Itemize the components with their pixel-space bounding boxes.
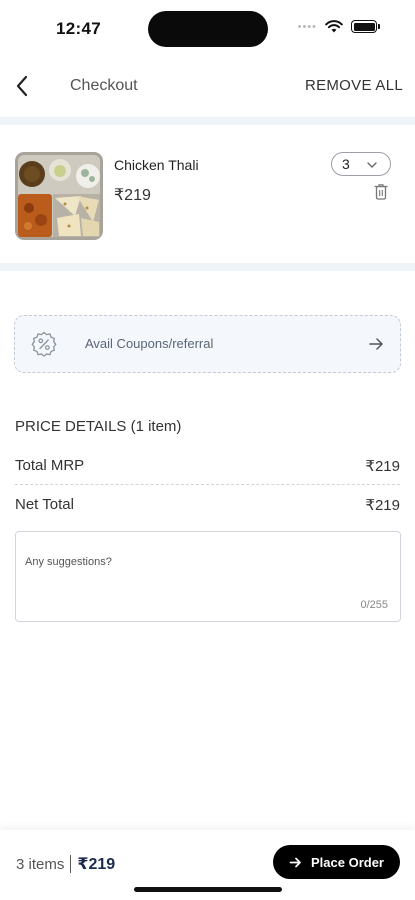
arrow-right-icon [289,857,301,867]
status-icons: •••• [297,20,380,33]
page-title: Checkout [70,77,138,94]
price-details-heading: PRICE DETAILS (1 item) [15,418,182,435]
battery-icon [351,20,380,33]
status-time: 12:47 [56,19,101,38]
arrow-right-icon [369,338,383,350]
section-divider [0,263,415,271]
coupon-label: Avail Coupons/referral [85,336,214,351]
item-name: Chicken Thali [114,157,199,173]
price-label: Net Total [15,496,74,513]
price-value: ₹219 [365,497,400,514]
chevron-left-icon [16,75,28,97]
checkout-header: Checkout REMOVE ALL [0,62,415,110]
price-row-total-mrp: Total MRP ₹219 [15,447,400,485]
wifi-icon [325,20,343,33]
price-row-net-total: Net Total ₹219 [15,486,400,524]
character-counter: 0/255 [360,599,388,611]
delete-item-button[interactable] [374,183,388,201]
cellular-dots-icon: •••• [297,20,317,33]
quantity-value: 3 [342,156,350,172]
chicken-thali-photo[interactable] [15,152,103,240]
chevron-down-icon [367,162,377,168]
summary-divider [70,855,72,873]
trash-icon [374,184,388,200]
place-order-button[interactable]: Place Order [273,845,400,879]
dynamic-island [148,11,268,47]
order-total: ₹219 [77,856,116,873]
price-value: ₹219 [365,458,400,475]
suggestions-field[interactable]: 0/255 [15,531,401,622]
percent-badge-icon [31,331,57,357]
order-summary: 3 items ₹219 [16,854,115,874]
remove-all-button[interactable]: REMOVE ALL [305,77,403,94]
price-label: Total MRP [15,457,85,474]
battery-level [353,22,375,31]
place-order-label: Place Order [311,854,384,870]
item-price: ₹219 [114,187,151,204]
home-indicator [134,887,282,892]
coupon-referral-button[interactable]: Avail Coupons/referral [14,315,401,373]
section-divider [0,117,415,125]
items-count: 3 items [16,855,65,873]
status-bar: 12:47 •••• [0,0,415,56]
suggestions-input[interactable] [25,552,385,572]
quantity-dropdown[interactable]: 3 [331,152,391,176]
back-button[interactable] [12,72,36,100]
cart-item: Chicken Thali ₹219 3 [0,125,415,263]
